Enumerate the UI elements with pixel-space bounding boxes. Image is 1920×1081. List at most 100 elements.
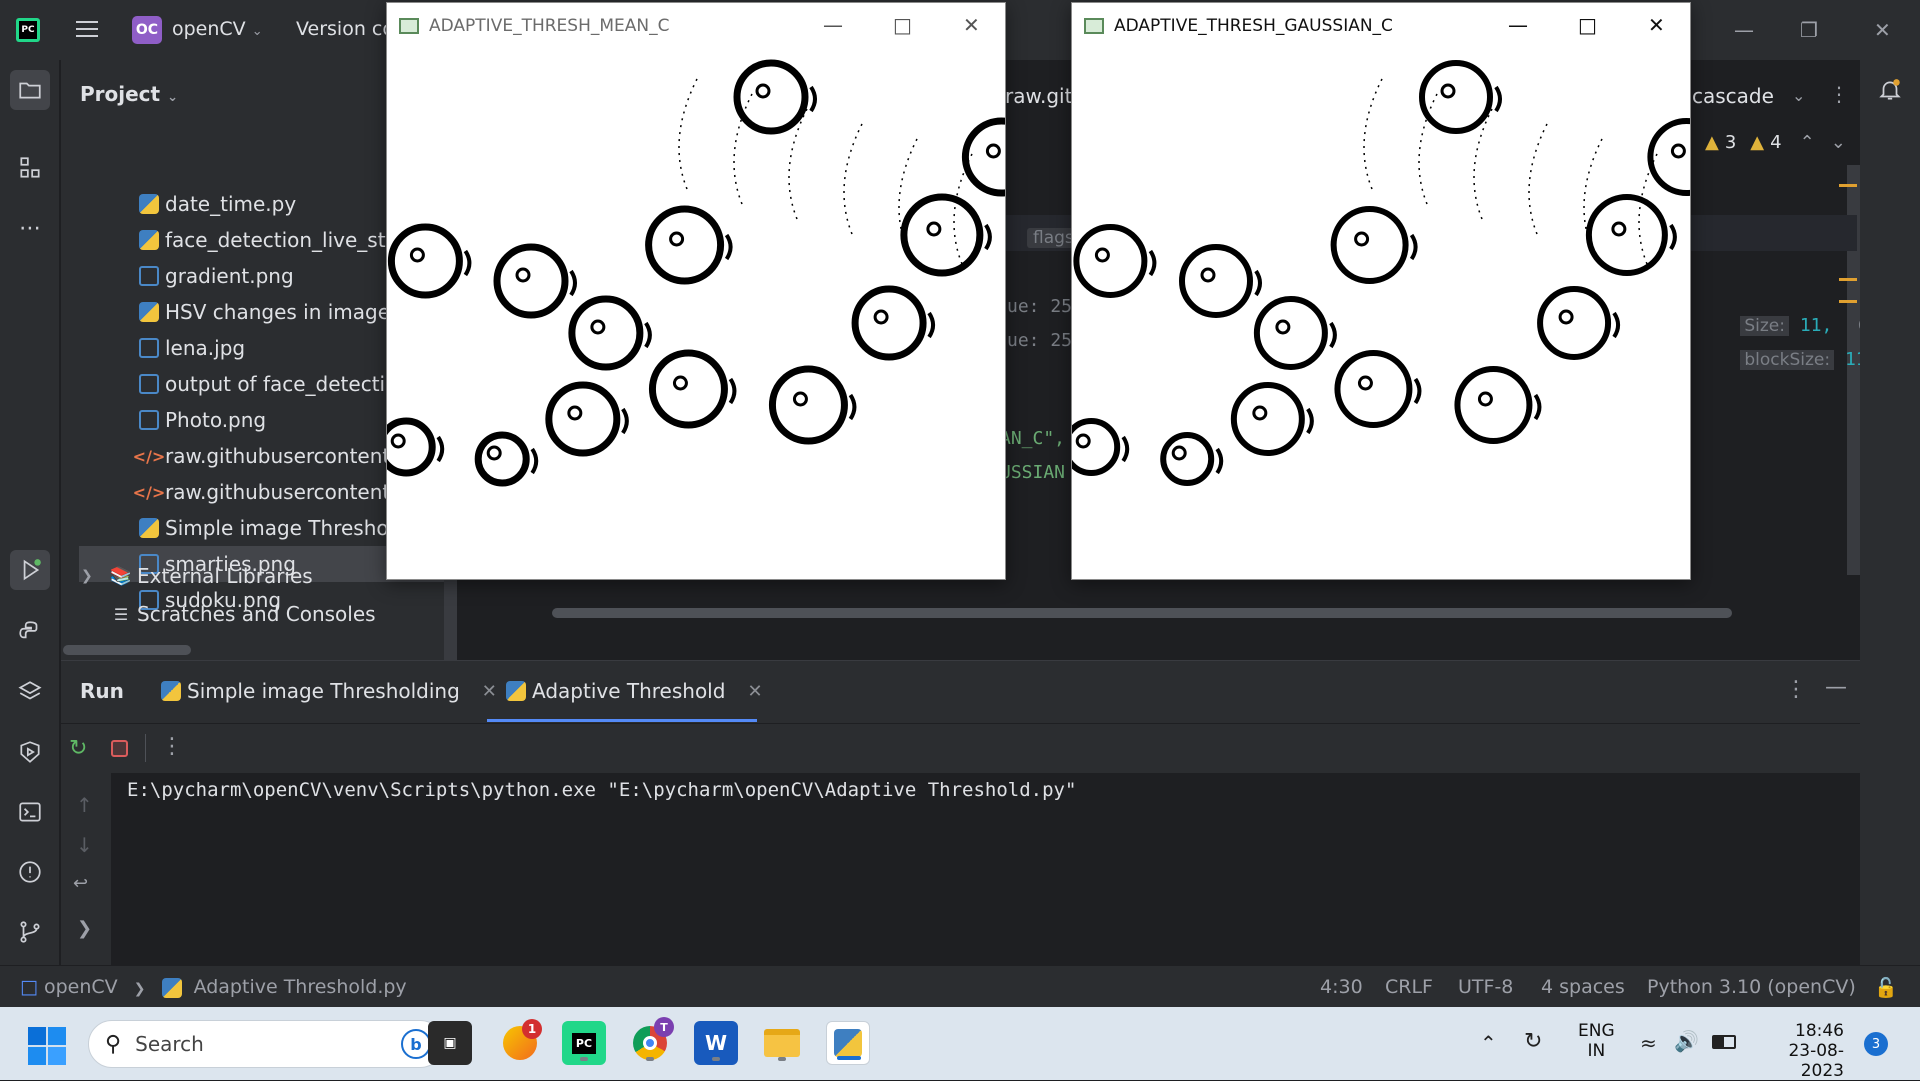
more-tools-icon[interactable]: ⋯ <box>10 208 50 248</box>
project-panel-header[interactable]: Project ⌄ <box>80 82 178 106</box>
main-menu-icon[interactable] <box>76 21 98 39</box>
indent-setting[interactable]: 4 spaces <box>1541 976 1625 998</box>
window-title-bar[interactable]: ADAPTIVE_THRESH_MEAN_C — □ ✕ <box>387 3 1005 49</box>
external-libraries-label: External Libraries <box>137 564 313 588</box>
chrome-icon[interactable]: T <box>628 1017 674 1065</box>
restore-icon[interactable]: ❐ <box>1800 18 1818 42</box>
console-output[interactable]: E:\pycharm\openCV\venv\Scripts\python.ex… <box>127 779 1076 801</box>
run-tool-icon[interactable] <box>10 550 50 590</box>
error-stripe-mark <box>1839 184 1857 187</box>
chevron-right-icon[interactable]: ❯ <box>77 918 92 939</box>
stop-icon[interactable] <box>111 740 128 757</box>
candy-shadow-arc <box>1669 223 1677 251</box>
window-title-bar[interactable]: ADAPTIVE_THRESH_GAUSSIAN_C — □ ✕ <box>1072 3 1690 49</box>
services-icon[interactable] <box>10 732 50 772</box>
git-icon[interactable] <box>10 912 50 952</box>
project-switcher[interactable]: openCV ⌄ <box>172 18 263 40</box>
project-badge[interactable]: OC <box>132 16 162 44</box>
breadcrumb-project[interactable]: openCV <box>44 976 118 998</box>
terminal-icon[interactable] <box>10 792 50 832</box>
vcs-widget[interactable]: Version control <box>296 18 386 40</box>
run-panel-title: Run <box>80 679 124 703</box>
inspection-widget[interactable]: ▲ 3 ▲ 4 ⌃ ⌄ <box>1705 132 1846 153</box>
maximize-icon[interactable]: □ <box>893 13 912 37</box>
horizontal-scrollbar[interactable] <box>63 645 191 655</box>
hide-panel-icon[interactable]: — <box>1825 675 1847 700</box>
app-icon-orange[interactable]: 1 <box>498 1019 542 1065</box>
project-tool-icon[interactable] <box>10 70 50 110</box>
close-tab-icon[interactable]: ✕ <box>747 681 762 702</box>
caret-position[interactable]: 4:30 <box>1320 976 1363 998</box>
pycharm-taskbar-icon[interactable]: PC <box>562 1021 606 1065</box>
sync-icon[interactable]: ↻ <box>1524 1029 1542 1054</box>
python-console-icon[interactable] <box>10 612 50 652</box>
minimize-icon[interactable]: — <box>1508 13 1528 37</box>
run-tab-label: Adaptive Threshold <box>532 679 726 703</box>
maximize-icon[interactable]: □ <box>1578 13 1597 37</box>
more-options-icon[interactable]: ⋮ <box>1785 677 1807 702</box>
run-tab-adaptive-threshold[interactable]: Adaptive Threshold ✕ <box>506 679 763 703</box>
line-separator[interactable]: CRLF <box>1385 976 1433 998</box>
problems-icon[interactable] <box>10 852 50 892</box>
window-adaptive-gaussian[interactable]: ADAPTIVE_THRESH_GAUSSIAN_C — □ ✕ <box>1071 2 1691 580</box>
candy-outline <box>645 205 725 285</box>
more-actions-icon[interactable]: ⋮ <box>161 734 183 759</box>
more-options-icon[interactable]: ⋮ <box>1829 82 1849 106</box>
candy-outline <box>1230 382 1305 456</box>
breadcrumb-file[interactable]: Adaptive Threshold.py <box>194 976 407 998</box>
structure-tool-icon[interactable] <box>10 148 50 188</box>
chevron-up-icon[interactable]: ⌃ <box>1480 1031 1497 1055</box>
candy-highlight <box>755 83 771 99</box>
lock-icon[interactable]: 🔓 <box>1874 976 1898 999</box>
candy-highlight <box>672 375 688 391</box>
volume-icon[interactable]: 🔊 <box>1674 1029 1699 1053</box>
candy-shadow-arc <box>1413 377 1422 405</box>
editor-tab-partial[interactable]: raw.git <box>1005 84 1072 108</box>
close-icon[interactable]: ✕ <box>1648 13 1665 37</box>
scroll-down-icon[interactable]: ↓ <box>76 833 93 857</box>
candy-outline <box>387 223 463 299</box>
soft-wrap-icon[interactable]: ↩ <box>73 873 88 894</box>
close-tab-icon[interactable]: ✕ <box>482 681 497 702</box>
candy-highlight <box>409 247 425 263</box>
wifi-icon[interactable]: ≈ <box>1640 1031 1657 1055</box>
taskbar-search[interactable]: ⚲ Search b <box>88 1020 444 1068</box>
candy-highlight <box>515 267 531 283</box>
candy-highlight <box>1440 83 1456 99</box>
candy-outline <box>1454 366 1533 444</box>
minimize-icon[interactable]: — <box>823 13 843 37</box>
minimize-icon[interactable]: — <box>1734 18 1754 42</box>
windows-start-icon[interactable] <box>28 1027 66 1065</box>
opencv-window-icon <box>399 18 419 34</box>
clock[interactable]: 18:46 23-08-2023 <box>1760 1021 1844 1081</box>
scroll-up-icon[interactable]: ↑ <box>76 793 93 817</box>
battery-icon[interactable] <box>1712 1035 1736 1049</box>
scratches-node[interactable]: ☰ Scratches and Consoles <box>111 596 457 632</box>
prev-highlight-icon[interactable]: ⌃ <box>1800 132 1815 153</box>
editor-tab-partial-right[interactable]: cascade <box>1692 84 1774 108</box>
notifications-icon[interactable] <box>1870 70 1910 110</box>
candy-highlight <box>390 433 406 449</box>
task-view-icon[interactable]: ▣ <box>428 1021 472 1065</box>
close-icon[interactable]: ✕ <box>1874 18 1891 42</box>
candy-highlight <box>1357 375 1373 391</box>
notification-count-badge[interactable]: 3 <box>1864 1032 1888 1056</box>
language-indicator[interactable]: ENG IN <box>1578 1021 1615 1061</box>
editor-horizontal-scrollbar[interactable] <box>552 608 1732 618</box>
tab-list-chevron-icon[interactable]: ⌄ <box>1792 86 1805 105</box>
project-panel-scrollbar[interactable] <box>444 580 457 660</box>
python-window-icon[interactable] <box>826 1021 870 1065</box>
close-icon[interactable]: ✕ <box>963 13 980 37</box>
python-interpreter[interactable]: Python 3.10 (openCV) <box>1647 976 1856 998</box>
layers-icon[interactable] <box>10 672 50 712</box>
rerun-icon[interactable]: ↻ <box>69 736 87 761</box>
file-explorer-icon[interactable] <box>760 1021 804 1065</box>
window-adaptive-mean[interactable]: ADAPTIVE_THRESH_MEAN_C — □ ✕ <box>386 2 1006 580</box>
next-highlight-icon[interactable]: ⌄ <box>1831 132 1846 153</box>
bing-icon[interactable]: b <box>401 1029 431 1059</box>
run-tab-simple-thresholding[interactable]: Simple image Thresholding ✕ <box>161 679 497 703</box>
pycharm-logo-icon[interactable]: PC <box>16 18 40 42</box>
left-tool-strip: ⋯ <box>0 60 60 965</box>
word-icon[interactable]: W <box>694 1021 738 1065</box>
file-encoding[interactable]: UTF-8 <box>1458 976 1513 998</box>
